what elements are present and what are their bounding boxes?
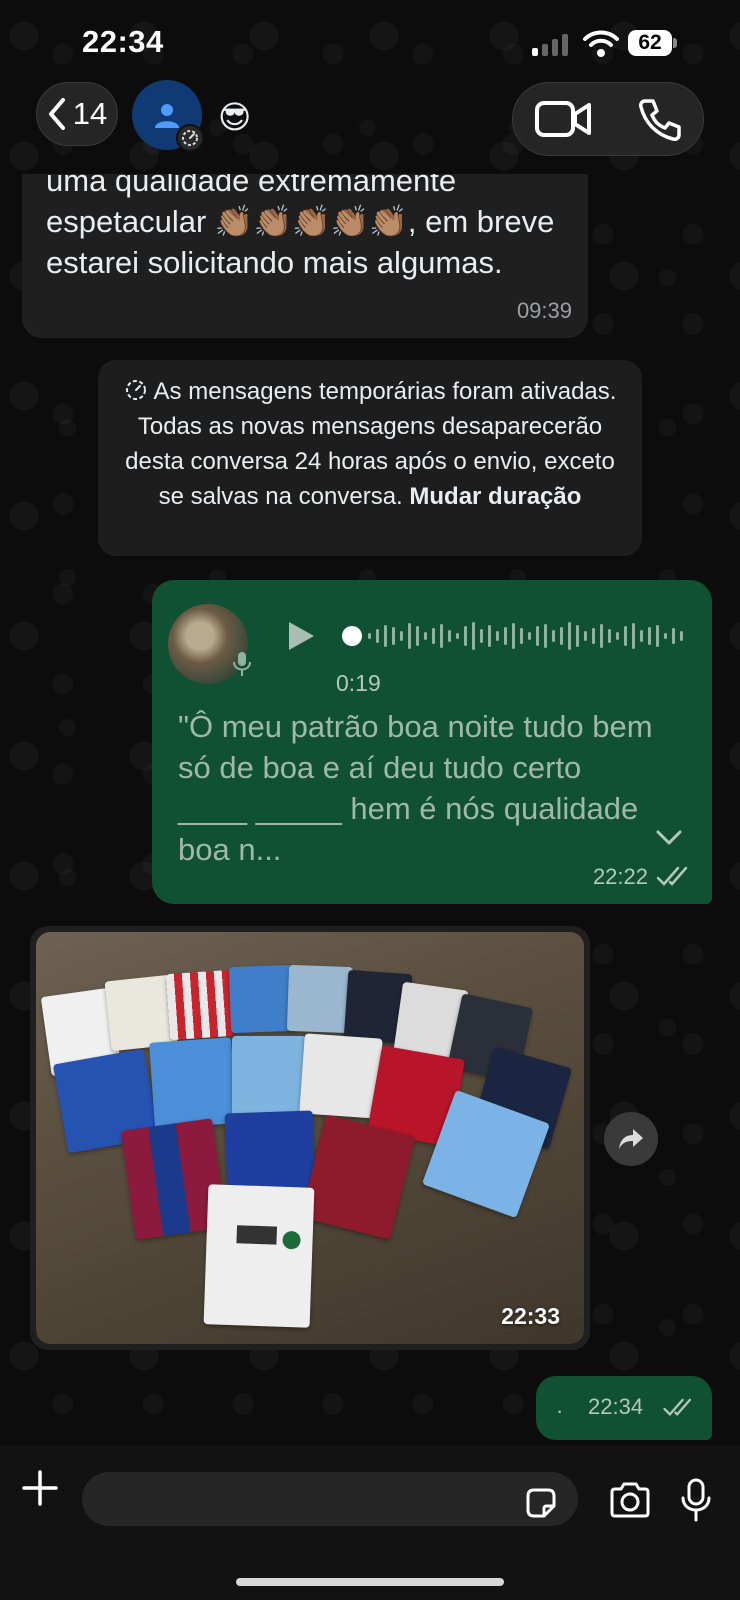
waveform-bar [416, 626, 419, 646]
jersey [232, 1036, 306, 1116]
voice-transcript: "Ô meu patrão boa noite tudo bem só de b… [178, 709, 653, 867]
jerseys-photo[interactable] [36, 932, 584, 1344]
contact-avatar[interactable] [132, 80, 204, 152]
forward-icon [619, 1129, 643, 1149]
waveform-bar [624, 626, 627, 646]
waveform-bar [656, 625, 659, 647]
voice-duration: 0:19 [336, 670, 381, 696]
waveform-bar [664, 633, 667, 639]
microphone-icon [233, 652, 251, 676]
status-time: 22:34 [82, 24, 164, 59]
waveform-bar [560, 627, 563, 645]
message-time: 22:33 [501, 1303, 560, 1329]
waveform-bar [568, 622, 571, 650]
jersey [286, 964, 354, 1034]
timer-icon [125, 380, 146, 400]
waveform-bar [440, 624, 443, 648]
waveform-bar [576, 625, 579, 647]
play-icon[interactable] [286, 620, 316, 652]
waveform-bar [424, 632, 427, 640]
waveform-bar [648, 627, 651, 645]
change-duration-link[interactable]: Mudar duração [409, 483, 581, 510]
outgoing-message[interactable]: · 22:34 [536, 1376, 712, 1440]
waveform-bar [616, 632, 619, 640]
waveform-bar [672, 628, 675, 644]
waveform-bar [408, 623, 411, 649]
waveform-bar [488, 625, 491, 647]
message-text: uma qualidade extremamente espetacular 👏… [46, 174, 555, 280]
waveform-bar [456, 633, 459, 639]
message-time: 22:34 [588, 1394, 644, 1419]
waveform-bar [472, 622, 475, 650]
read-receipt-icon [656, 866, 688, 886]
waveform-bar [592, 628, 595, 644]
waveform-bar [544, 624, 547, 648]
waveform-bar [512, 623, 515, 649]
waveform-bar [464, 626, 467, 646]
jersey [165, 969, 235, 1041]
waveform-bar [392, 627, 395, 645]
jersey [300, 1114, 416, 1240]
battery-level: 62 [628, 30, 672, 56]
photo-message[interactable]: 22:33 [30, 926, 590, 1350]
wifi-icon [583, 30, 619, 57]
phone-icon[interactable] [637, 97, 683, 143]
waveform-bar [536, 626, 539, 646]
call-actions [512, 82, 704, 156]
jersey [224, 1110, 316, 1194]
chat-header: 14 😎 [0, 78, 740, 174]
waveform-bar [384, 625, 387, 647]
waveform-bar [496, 631, 499, 641]
waveform-bar [448, 630, 451, 642]
camera-icon[interactable] [608, 1482, 652, 1518]
message-text: · [556, 1398, 564, 1423]
waveform-bar [608, 629, 611, 643]
waveform-bar [528, 632, 531, 640]
signal-icon [532, 34, 572, 56]
person-icon [155, 104, 179, 128]
plus-icon[interactable] [20, 1468, 60, 1508]
forward-button[interactable] [604, 1112, 658, 1166]
chevron-down-icon[interactable] [656, 830, 682, 846]
waveform-bar [680, 631, 683, 641]
message-input[interactable] [82, 1472, 578, 1526]
video-call-icon[interactable] [535, 99, 591, 139]
waveform-bar [632, 623, 635, 649]
disappearing-messages-notice: As mensagens temporárias foram ativadas.… [98, 360, 642, 556]
audio-waveform[interactable] [342, 616, 692, 656]
waveform-bar [552, 630, 555, 642]
chevron-left-icon [48, 98, 65, 130]
contact-name[interactable]: 😎 [218, 98, 251, 136]
waveform-bar [600, 624, 603, 648]
jersey [299, 1033, 383, 1119]
waveform-bar [504, 627, 507, 645]
status-bar: 22:34 62 [0, 0, 740, 80]
waveform-bar [400, 631, 403, 641]
incoming-message[interactable]: uma qualidade extremamente espetacular 👏… [22, 174, 588, 338]
message-time: 22:22 [592, 864, 648, 889]
jersey [203, 1184, 315, 1328]
waveform-bar [376, 629, 379, 643]
unread-count: 14 [72, 96, 108, 131]
message-time: 09:39 [516, 298, 572, 323]
jersey [149, 1037, 237, 1129]
waveform-bar [432, 628, 435, 644]
voice-message[interactable]: 0:19 "Ô meu patrão boa noite tudo bem só… [152, 580, 712, 904]
timer-icon [176, 124, 204, 152]
waveform-bar [368, 633, 371, 639]
waveform-bar [584, 631, 587, 641]
waveform-bar [640, 630, 643, 642]
back-button[interactable]: 14 [36, 82, 118, 146]
waveform-bar [480, 629, 483, 643]
microphone-icon[interactable] [680, 1478, 712, 1522]
sticker-icon[interactable] [524, 1486, 558, 1520]
home-indicator [236, 1578, 504, 1586]
battery-indicator: 62 [628, 30, 678, 56]
waveform-bar [520, 628, 523, 644]
read-receipt-icon [663, 1398, 692, 1417]
composer-bar [0, 1446, 740, 1600]
jersey [228, 964, 296, 1034]
